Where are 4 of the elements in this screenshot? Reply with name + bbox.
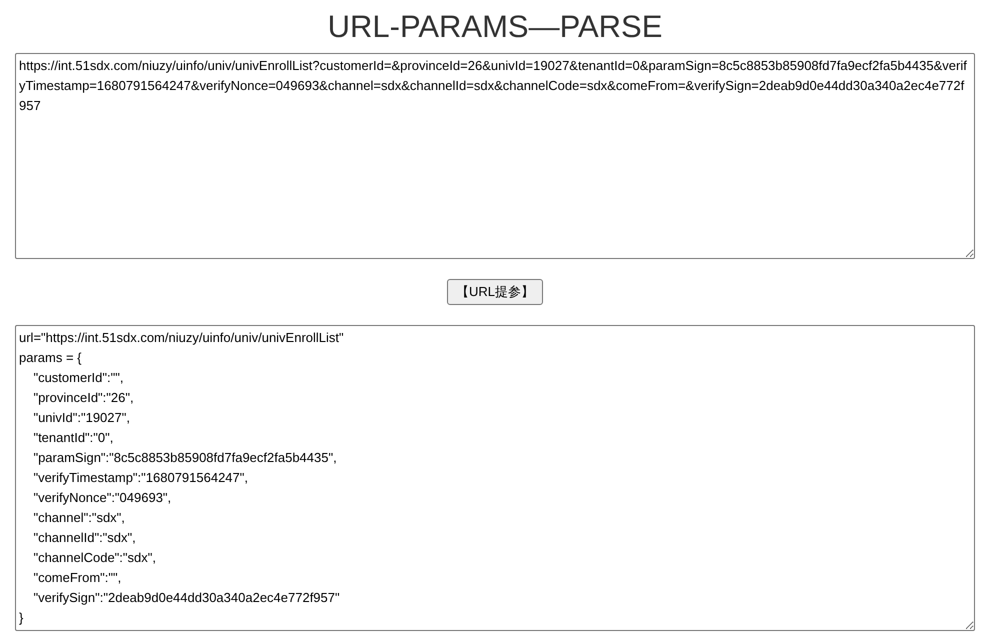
- params-output-field[interactable]: url="https://int.51sdx.com/niuzy/uinfo/univ/univEnrollList" params = { "customerId":"", "provinceId":"26", "univId":"19027", "tenantId":"0", "paramSign":"8c5c8853b85908fd7fa9ecf2fa5b4435", "verifyTimestamp":"1680791564247", "verifyNonce":"049693", "channel":"sdx", "channelId":"sdx", "channelCode":"sdx", "comeFrom":"", "verifySign":"2deab9d0e44dd30a340a2ec4e772f957" }: [15, 325, 975, 631]
- extract-params-button[interactable]: 【URL提参】: [446, 279, 543, 305]
- page-title: URL-PARAMS—PARSE: [328, 8, 662, 46]
- url-input-field[interactable]: https://int.51sdx.com/niuzy/uinfo/univ/univEnrollList?customerId=&provinceId=26&univId=19027&tenantId=0&paramSign=8c5c8853b85908fd7fa9ecf2fa5b4435&verifyTimestamp=1680791564247&verifyNonce=049693&channel=sdx&channelId=sdx&channelCode=sdx&comeFrom=&verifySign=2deab9d0e44dd30a340a2ec4e772f957: [15, 53, 975, 259]
